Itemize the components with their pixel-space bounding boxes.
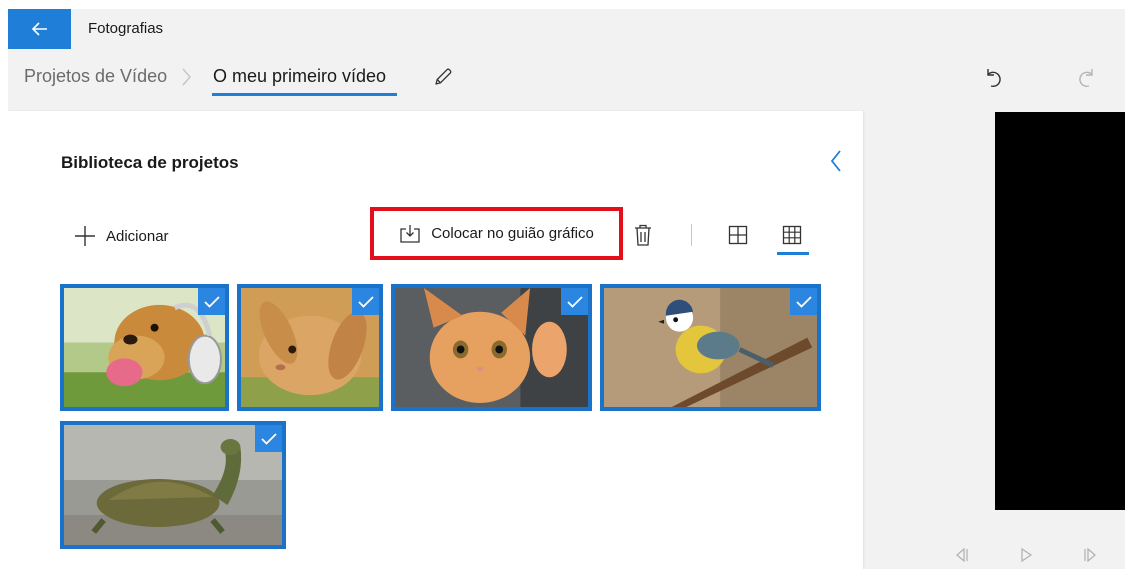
previous-frame-button[interactable] xyxy=(950,544,972,566)
small-thumbnails-view-button[interactable] xyxy=(778,221,806,249)
checkmark-icon xyxy=(566,295,583,308)
breadcrumb-root-link[interactable]: Projetos de Vídeo xyxy=(24,66,167,87)
library-item-dog[interactable] xyxy=(60,284,229,411)
place-in-storyboard-button[interactable]: Colocar no guião gráfico xyxy=(370,207,623,260)
selected-checkbox[interactable] xyxy=(198,288,225,315)
kitten-photo xyxy=(395,288,588,407)
checkmark-icon xyxy=(795,295,812,308)
current-crumb-indicator xyxy=(212,93,397,96)
video-preview[interactable] xyxy=(995,112,1125,510)
undo-icon xyxy=(987,69,1001,88)
breadcrumb: Projetos de Vídeo O meu primeiro vídeo xyxy=(8,49,1125,111)
add-button[interactable]: Adicionar xyxy=(74,221,169,251)
play-button[interactable] xyxy=(1015,544,1037,566)
active-view-indicator xyxy=(777,252,809,255)
library-item-rabbit[interactable] xyxy=(237,284,383,411)
title-bar: Fotografias xyxy=(8,9,1125,49)
library-item-kitten[interactable] xyxy=(391,284,592,411)
collapse-library-button[interactable] xyxy=(821,146,851,176)
project-title[interactable]: O meu primeiro vídeo xyxy=(213,66,386,87)
selected-checkbox[interactable] xyxy=(790,288,817,315)
next-frame-icon xyxy=(1084,548,1096,562)
trash-icon xyxy=(635,224,651,246)
delete-button[interactable] xyxy=(630,221,656,249)
play-icon xyxy=(1021,548,1033,562)
pencil-icon xyxy=(435,68,452,85)
place-button-label: Colocar no guião gráfico xyxy=(431,225,594,242)
add-button-label: Adicionar xyxy=(106,227,169,245)
large-thumbnails-view-button[interactable] xyxy=(724,221,752,249)
library-item-turtle[interactable] xyxy=(60,421,286,549)
large-grid-icon xyxy=(728,225,748,245)
checkmark-icon xyxy=(357,295,374,308)
redo-icon xyxy=(1079,69,1093,88)
redo-button[interactable] xyxy=(1072,62,1102,92)
app-title: Fotografias xyxy=(88,20,164,37)
edit-title-button[interactable] xyxy=(429,63,457,91)
turtle-photo xyxy=(64,425,282,545)
checkmark-icon xyxy=(260,432,277,445)
next-frame-button[interactable] xyxy=(1080,544,1102,566)
selected-checkbox[interactable] xyxy=(255,425,282,452)
place-in-storyboard-icon xyxy=(400,224,420,243)
undo-button[interactable] xyxy=(978,62,1008,92)
library-title: Biblioteca de projetos xyxy=(61,153,239,172)
bird-photo xyxy=(604,288,817,407)
back-button[interactable] xyxy=(8,9,71,49)
small-grid-icon xyxy=(782,225,802,245)
library-item-bird[interactable] xyxy=(600,284,821,411)
chevron-left-icon xyxy=(830,150,841,172)
arrow-left-icon xyxy=(31,22,47,36)
toolbar-separator xyxy=(691,224,692,246)
plus-icon xyxy=(75,226,95,246)
selected-checkbox[interactable] xyxy=(352,288,379,315)
checkmark-icon xyxy=(203,295,220,308)
chevron-right-icon xyxy=(182,68,191,86)
selected-checkbox[interactable] xyxy=(561,288,588,315)
previous-frame-icon xyxy=(956,548,968,562)
